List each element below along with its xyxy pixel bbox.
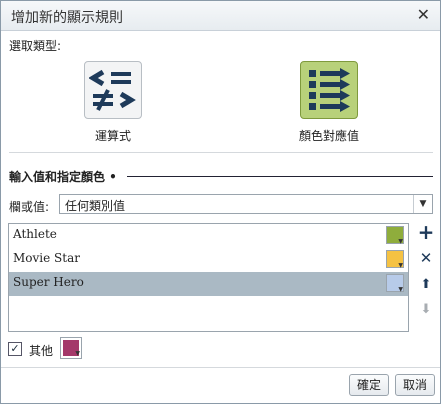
other-color-swatch[interactable]: ▼ xyxy=(60,337,82,359)
move-down-icon: ⬇ xyxy=(420,302,432,317)
section-title: 輸入值和指定顏色 • xyxy=(9,170,117,184)
footer-divider xyxy=(1,367,440,368)
separator xyxy=(9,152,433,153)
list-item[interactable]: Athlete ▼ xyxy=(9,224,408,248)
list-item[interactable]: Movie Star ▼ xyxy=(9,248,408,272)
title-bar: 增加新的顯示規則 ✕ xyxy=(1,1,440,31)
chevron-down-icon: ▼ xyxy=(398,286,403,293)
dialog-title: 增加新的顯示規則 xyxy=(11,10,123,26)
section-divider xyxy=(127,176,433,177)
add-icon[interactable]: + xyxy=(417,222,435,242)
color-mapping-type-label: 顏色對應值 xyxy=(298,129,359,143)
chevron-down-icon: ▼ xyxy=(398,262,403,269)
operator-icon xyxy=(89,69,136,111)
cancel-button[interactable]: 取消 xyxy=(395,374,435,396)
move-up-icon[interactable]: ⬆ xyxy=(417,276,435,294)
add-display-rule-dialog: 增加新的顯示規則 ✕ 選取類型: 運算式 顏色對應值 輸入值和指定顏色 • 欄或… xyxy=(0,0,441,404)
column-value-selected: 任何類別值 xyxy=(65,199,126,213)
close-icon[interactable]: ✕ xyxy=(417,5,430,24)
list-item-selected[interactable]: Super Hero ▼ xyxy=(9,272,408,296)
select-type-label: 選取類型: xyxy=(9,39,62,53)
chevron-down-icon: ▼ xyxy=(75,350,80,357)
column-value-select[interactable]: 任何類別值 ▼ xyxy=(59,194,433,214)
list-item-label: Athlete xyxy=(13,227,57,241)
color-swatch[interactable]: ▼ xyxy=(386,274,404,293)
chevron-down-icon[interactable]: ▼ xyxy=(413,195,432,213)
other-checkbox[interactable]: ✓ xyxy=(8,342,22,356)
operator-type-label: 運算式 xyxy=(94,129,131,143)
color-swatch[interactable]: ▼ xyxy=(386,226,404,245)
column-value-label: 欄或值: xyxy=(9,200,50,214)
color-mapping-icon xyxy=(309,68,350,112)
list-item-label: Super Hero xyxy=(13,275,84,289)
color-mapping-type-button[interactable] xyxy=(300,61,358,119)
chevron-down-icon: ▼ xyxy=(398,238,403,245)
other-label: 其他 xyxy=(29,344,54,358)
delete-icon[interactable]: ✕ xyxy=(417,249,435,267)
operator-type-button[interactable] xyxy=(84,61,142,119)
color-swatch[interactable]: ▼ xyxy=(386,250,404,269)
ok-button[interactable]: 確定 xyxy=(349,374,389,396)
list-item-label: Movie Star xyxy=(13,251,80,265)
value-color-list[interactable]: Athlete ▼ Movie Star ▼ Super Hero ▼ xyxy=(8,223,409,332)
